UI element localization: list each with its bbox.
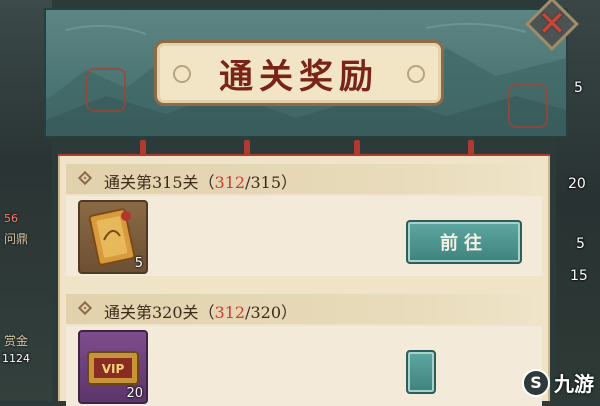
reward-row-header: 通关第320关（312/320） — [66, 294, 542, 324]
title-plaque: 通关奖励 — [154, 40, 444, 106]
reward-item-slot[interactable]: 5 — [78, 200, 148, 274]
reward-row-header: 通关第315关（312/315） — [66, 164, 542, 194]
reward-row: 通关第320关（312/320） VIP 20 — [66, 294, 542, 406]
bg-left-number: 1124 — [2, 352, 30, 365]
diamond-bullet-icon — [77, 170, 93, 186]
bg-left-label: 问鼎 — [4, 232, 29, 246]
reward-item-slot[interactable]: VIP 20 — [78, 330, 148, 404]
bg-right-number: 5 — [576, 236, 585, 252]
reward-count: 5 — [134, 256, 143, 271]
bg-left-number: 56 — [4, 212, 18, 225]
cloud-ornament-icon — [173, 65, 191, 83]
bg-right-number: 15 — [570, 268, 588, 284]
watermark-logo-icon: S — [522, 368, 550, 397]
dialog-title: 通关奖励 — [219, 56, 379, 97]
bg-right-number: 5 — [574, 80, 583, 96]
reward-count: 20 — [126, 386, 143, 401]
reward-condition: 通关第320关（312/320） — [104, 303, 298, 322]
reward-list[interactable]: 通关第315关（312/315） 5 前往 通关第320关（312/320） V… — [58, 156, 550, 406]
red-seal-stamp-icon — [86, 68, 126, 112]
progress-current: 312 — [214, 303, 246, 322]
close-x-icon: ✕ — [537, 4, 567, 44]
red-seal-stamp-icon — [508, 84, 548, 128]
reward-row-body: VIP 20 — [66, 326, 542, 406]
bg-right-number: 20 — [568, 176, 586, 192]
diamond-bullet-icon — [77, 300, 93, 316]
go-button[interactable]: 前往 — [406, 220, 522, 264]
progress-current: 312 — [214, 173, 246, 192]
go-button[interactable] — [406, 350, 436, 394]
dialog-banner: 通关奖励 — [44, 8, 568, 138]
watermark: S 九游 — [522, 368, 594, 397]
close-button[interactable]: ✕ — [525, 0, 579, 51]
reward-row: 通关第315关（312/315） 5 前往 — [66, 164, 542, 276]
watermark-text: 九游 — [554, 372, 594, 396]
clear-reward-dialog: 通关奖励 ✕ 通关第315关（312/315） 5 前往 通关第320关（312… — [44, 0, 579, 406]
reward-row-body: 5 前往 — [66, 196, 542, 276]
cloud-ornament-icon — [407, 65, 425, 83]
reward-condition: 通关第315关（312/315） — [104, 173, 298, 192]
bg-left-label: 赏金 — [4, 334, 29, 348]
svg-text:VIP: VIP — [102, 362, 125, 376]
